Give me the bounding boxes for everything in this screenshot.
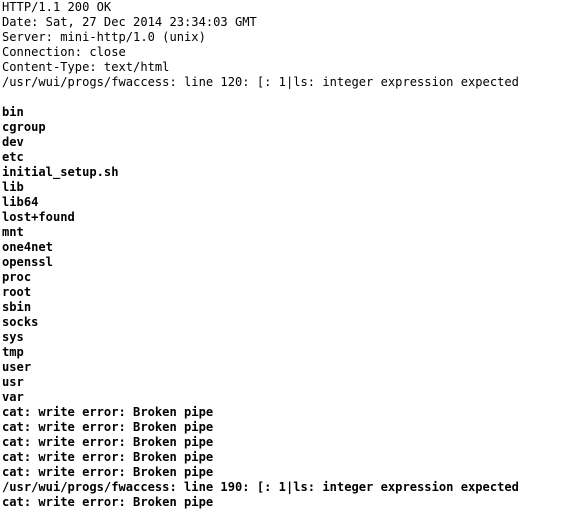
list-item: etc [2,150,24,164]
list-item: one4net [2,240,53,254]
list-item: dev [2,135,24,149]
list-item: root [2,285,32,299]
http-response-headers: HTTP/1.1 200 OK Date: Sat, 27 Dec 2014 2… [2,0,577,90]
date-header: Date: Sat, 27 Dec 2014 23:34:03 GMT [2,15,257,29]
list-item: socks [2,315,39,329]
broken-pipe-error: cat: write error: Broken pipe [2,450,214,464]
list-item: sbin [2,300,32,314]
list-item: usr [2,375,24,389]
list-item: proc [2,270,32,284]
list-item: lib64 [2,195,39,209]
status-line: HTTP/1.1 200 OK [2,0,112,14]
broken-pipe-error: cat: write error: Broken pipe [2,420,214,434]
list-item: mnt [2,225,24,239]
broken-pipe-error: cat: write error: Broken pipe [2,435,214,449]
list-item: openssl [2,255,53,269]
list-item: cgroup [2,120,46,134]
list-item: bin [2,105,24,119]
broken-pipe-error: cat: write error: Broken pipe [2,495,214,509]
list-item: initial_setup.sh [2,165,119,179]
broken-pipe-error: cat: write error: Broken pipe [2,405,214,419]
list-item: tmp [2,345,24,359]
server-header: Server: mini-http/1.0 (unix) [2,30,206,44]
list-item: var [2,390,24,404]
directory-listing: bin cgroup dev etc initial_setup.sh lib … [2,105,577,405]
list-item: sys [2,330,24,344]
list-item: lost+found [2,210,75,224]
broken-pipe-error: cat: write error: Broken pipe [2,465,214,479]
list-item: user [2,360,32,374]
terminal-output: HTTP/1.1 200 OK Date: Sat, 27 Dec 2014 2… [0,0,577,509]
script-error-line: /usr/wui/progs/fwaccess: line 120: [: 1|… [2,75,519,89]
connection-header: Connection: close [2,45,126,59]
script-error-line: /usr/wui/progs/fwaccess: line 190: [: 1|… [2,480,519,494]
content-type-header: Content-Type: text/html [2,60,170,74]
list-item: lib [2,180,24,194]
error-output: cat: write error: Broken pipe cat: write… [2,405,577,510]
